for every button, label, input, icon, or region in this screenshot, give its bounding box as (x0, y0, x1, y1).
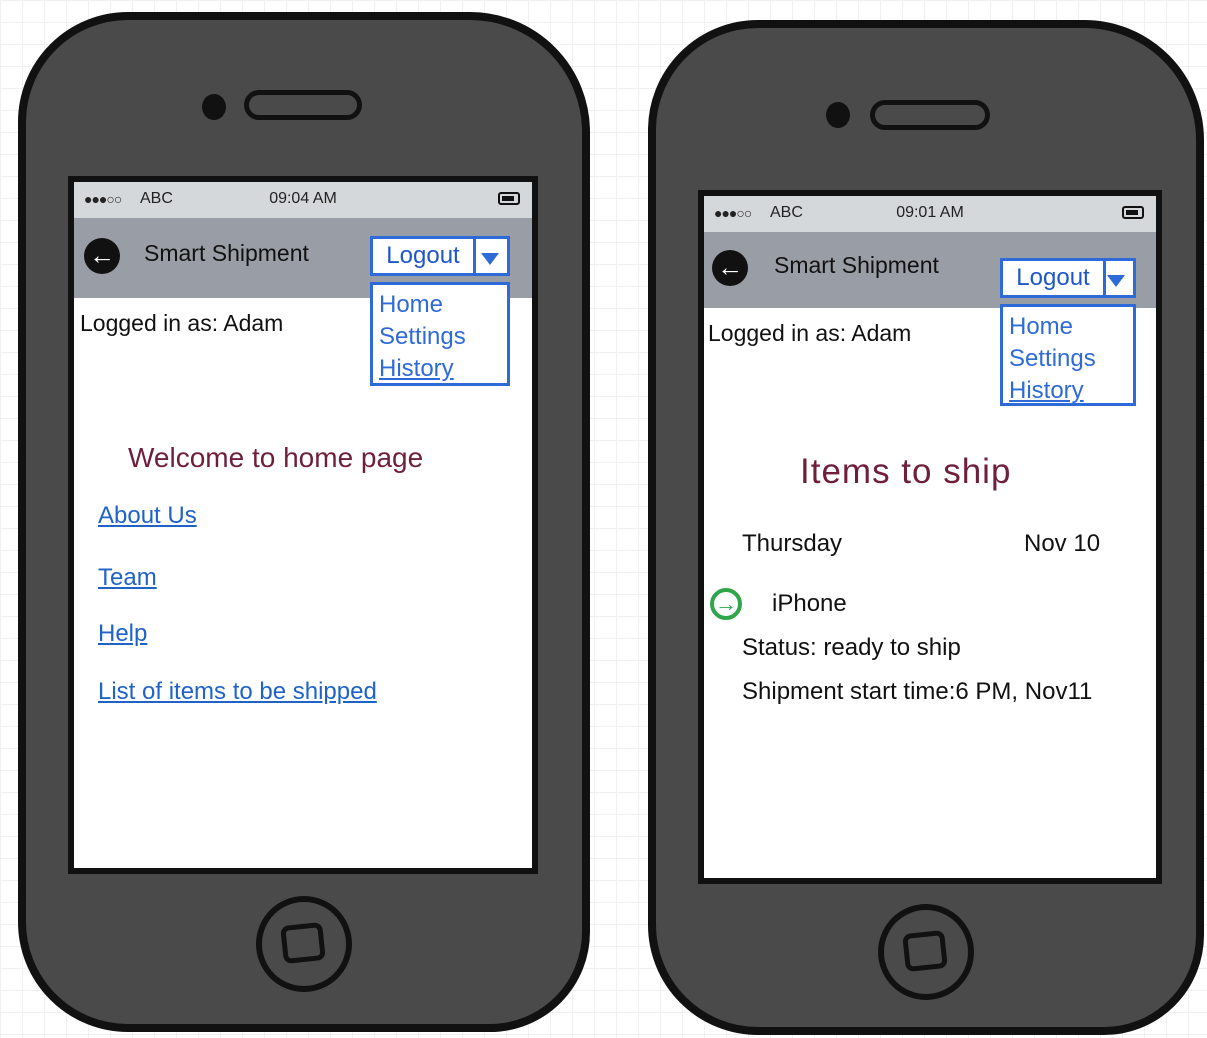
camera-icon (202, 94, 226, 120)
status-bar: ●●●○○ ABC 09:04 AM (74, 182, 532, 218)
menu-item-settings[interactable]: Settings (379, 321, 501, 353)
day-label: Thursday (742, 530, 843, 557)
status-bar: ●●●○○ ABC 09:01 AM (704, 196, 1156, 232)
nav-bar: ← Smart Shipment Logout (704, 232, 1156, 308)
logout-split-button[interactable]: Logout (370, 236, 510, 276)
home-button[interactable] (878, 904, 974, 1000)
home-square-icon (280, 921, 326, 965)
app-title: Smart Shipment (144, 240, 309, 266)
app-title: Smart Shipment (774, 252, 939, 278)
phone-screen: ●●●○○ ABC 09:01 AM ← Smart Shipment Logo… (698, 190, 1162, 884)
logged-in-label: Logged in as: Adam (80, 310, 284, 336)
dropdown-menu: Home Settings History (1000, 304, 1136, 406)
logged-in-label: Logged in as: Adam (708, 320, 912, 346)
link-help[interactable]: Help (98, 620, 147, 648)
phone-mockup-left: ●●●○○ ABC 09:04 AM ← Smart Shipment Logo… (18, 12, 590, 1032)
page-title: Items to ship (800, 452, 1012, 491)
battery-icon (498, 192, 520, 205)
speaker-icon (870, 100, 990, 130)
menu-item-history[interactable]: History (1009, 375, 1127, 407)
chevron-down-icon[interactable] (473, 239, 507, 273)
link-team[interactable]: Team (98, 564, 157, 592)
phone-mockup-right: ●●●○○ ABC 09:01 AM ← Smart Shipment Logo… (648, 20, 1204, 1035)
menu-item-history[interactable]: History (379, 353, 501, 385)
menu-item-home[interactable]: Home (379, 289, 501, 321)
home-button[interactable] (256, 896, 352, 992)
back-arrow-icon[interactable]: ← (84, 238, 120, 274)
date-label: Nov 10 (1024, 530, 1101, 557)
item-name[interactable]: iPhone (772, 590, 847, 618)
clock-label: 09:04 AM (269, 190, 337, 207)
shipment-start-time: Shipment start time:6 PM, Nov11 (742, 678, 1093, 705)
camera-icon (826, 102, 850, 128)
speaker-icon (244, 90, 362, 120)
home-square-icon (902, 929, 948, 973)
arrow-right-circle-icon[interactable]: → (710, 588, 742, 620)
item-status: Status: ready to ship (742, 634, 961, 661)
clock-label: 09:01 AM (896, 204, 964, 221)
logout-button[interactable]: Logout (373, 239, 476, 273)
dropdown-menu: Home Settings History (370, 282, 510, 386)
link-about-us[interactable]: About Us (98, 502, 197, 530)
battery-icon (1122, 206, 1144, 219)
logout-split-button[interactable]: Logout (1000, 258, 1136, 298)
logout-button[interactable]: Logout (1003, 261, 1106, 295)
back-arrow-icon[interactable]: ← (712, 250, 748, 286)
link-items-to-ship[interactable]: List of items to be shipped (98, 678, 377, 706)
phone-screen: ●●●○○ ABC 09:04 AM ← Smart Shipment Logo… (68, 176, 538, 874)
chevron-down-icon[interactable] (1099, 261, 1133, 295)
menu-item-settings[interactable]: Settings (1009, 343, 1127, 375)
menu-item-home[interactable]: Home (1009, 311, 1127, 343)
welcome-heading: Welcome to home page (128, 442, 424, 473)
